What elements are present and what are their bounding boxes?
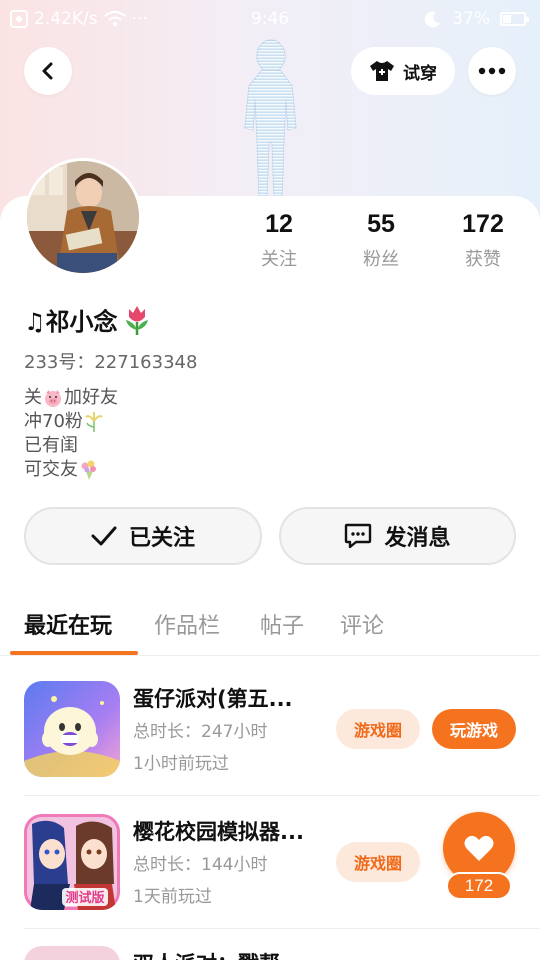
battery-icon: [500, 12, 529, 26]
more-dots-icon: [478, 67, 506, 75]
play-game-button[interactable]: 玩游戏: [432, 709, 516, 749]
game-last-played: 1小时前玩过: [133, 754, 229, 774]
send-message-button[interactable]: 发消息: [279, 507, 516, 565]
back-button[interactable]: [24, 47, 72, 95]
list-divider: [24, 928, 540, 929]
avatar-illustration: [27, 161, 139, 273]
game-title: 蛋仔派对(第五...: [133, 687, 293, 711]
bio-line-2: 冲70粉: [24, 410, 118, 434]
flower-sprout-emoji-icon: [85, 412, 103, 432]
bio-text-4: 可交友: [24, 459, 78, 480]
check-icon: [91, 526, 117, 546]
more-options-button[interactable]: [468, 47, 516, 95]
game-duration: 总时长：247小时: [133, 722, 268, 742]
avatar-figure-silhouette: [244, 39, 297, 197]
following-button-label: 已关注: [128, 526, 195, 551]
tshirt-icon: [370, 61, 394, 81]
game-icon-badge-text: 测试版: [65, 890, 104, 906]
do-not-disturb-moon-icon: [425, 11, 441, 28]
sakura-school-artwork: 测试版: [24, 814, 120, 910]
bio-line-3: 已有闺: [24, 434, 118, 458]
game-icon-eggy-party[interactable]: [24, 681, 120, 777]
profile-name-text: ♫祁小念: [24, 308, 118, 336]
wifi-icon: [103, 11, 126, 26]
chevron-left-icon: [42, 62, 53, 80]
avatar[interactable]: [24, 158, 142, 276]
bio-text-1a: 关: [24, 387, 42, 408]
bio-line-4: 可交友: [24, 458, 118, 482]
fans-label: 粉丝: [363, 249, 399, 270]
pig-emoji-icon: [45, 390, 61, 407]
following-button[interactable]: 已关注: [24, 507, 262, 565]
network-speed: 2.42K/s: [34, 9, 98, 29]
eggy-party-artwork: [24, 681, 120, 777]
game-circle-button[interactable]: 游戏圈: [336, 709, 420, 749]
chat-bubble-icon: [345, 523, 372, 549]
likes-count: 172: [462, 210, 504, 238]
profile-tabs: 最近在玩 作品栏 帖子 评论: [0, 600, 540, 656]
stat-likes[interactable]: 172 获赞: [443, 210, 523, 271]
try-on-label: 试穿: [403, 63, 437, 84]
fans-count: 55: [367, 210, 395, 238]
following-count: 12: [265, 210, 293, 238]
bio: 关 加好友 冲70粉 已有闺 可交友: [24, 386, 118, 482]
stat-following[interactable]: 12 关注: [239, 210, 319, 271]
game-icon-partial[interactable]: [24, 946, 120, 960]
bio-text-2: 冲70粉: [24, 411, 83, 432]
heart-icon: [464, 835, 494, 861]
try-on-button[interactable]: 试穿: [351, 47, 455, 95]
tab-comments[interactable]: 评论: [340, 608, 384, 640]
active-tab-indicator: [10, 651, 138, 655]
bio-text-3: 已有闺: [24, 435, 78, 456]
tab-recently-played[interactable]: 最近在玩: [24, 608, 112, 640]
list-item[interactable]: 双人派对：戳帮: [0, 940, 540, 960]
battery-level: [503, 15, 512, 23]
tab-posts[interactable]: 帖子: [260, 608, 304, 640]
like-floating-button[interactable]: 172: [436, 812, 520, 904]
bouquet-emoji-icon: [81, 460, 96, 480]
status-more-dots: ···: [131, 9, 148, 29]
game-title: 樱花校园模拟器...: [133, 820, 304, 844]
tab-works[interactable]: 作品栏: [154, 608, 220, 640]
like-count-badge: 172: [446, 872, 512, 900]
likes-label: 获赞: [465, 249, 501, 270]
game-title: 双人派对：戳帮: [133, 948, 280, 960]
tulip-icon: [125, 305, 148, 335]
battery-percent: 37%: [452, 9, 490, 29]
status-bar: 2.42K/s ··· 9:46 37%: [0, 0, 540, 38]
user-id: 233号：227163348: [24, 352, 198, 373]
game-icon-sakura-school[interactable]: 测试版: [24, 814, 120, 910]
profile-name: ♫祁小念: [24, 302, 152, 337]
bio-text-1b: 加好友: [64, 387, 118, 408]
stat-fans[interactable]: 55 粉丝: [341, 210, 421, 271]
following-label: 关注: [261, 249, 297, 270]
send-message-label: 发消息: [384, 526, 451, 551]
game-last-played: 1天前玩过: [133, 887, 212, 907]
game-circle-button[interactable]: 游戏圈: [336, 842, 420, 882]
notification-app-icon: [10, 10, 28, 28]
bio-line-1: 关 加好友: [24, 386, 118, 410]
list-item[interactable]: 蛋仔派对(第五... 总时长：247小时 1小时前玩过 游戏圈 玩游戏: [0, 663, 540, 795]
game-duration: 总时长：144小时: [133, 855, 268, 875]
